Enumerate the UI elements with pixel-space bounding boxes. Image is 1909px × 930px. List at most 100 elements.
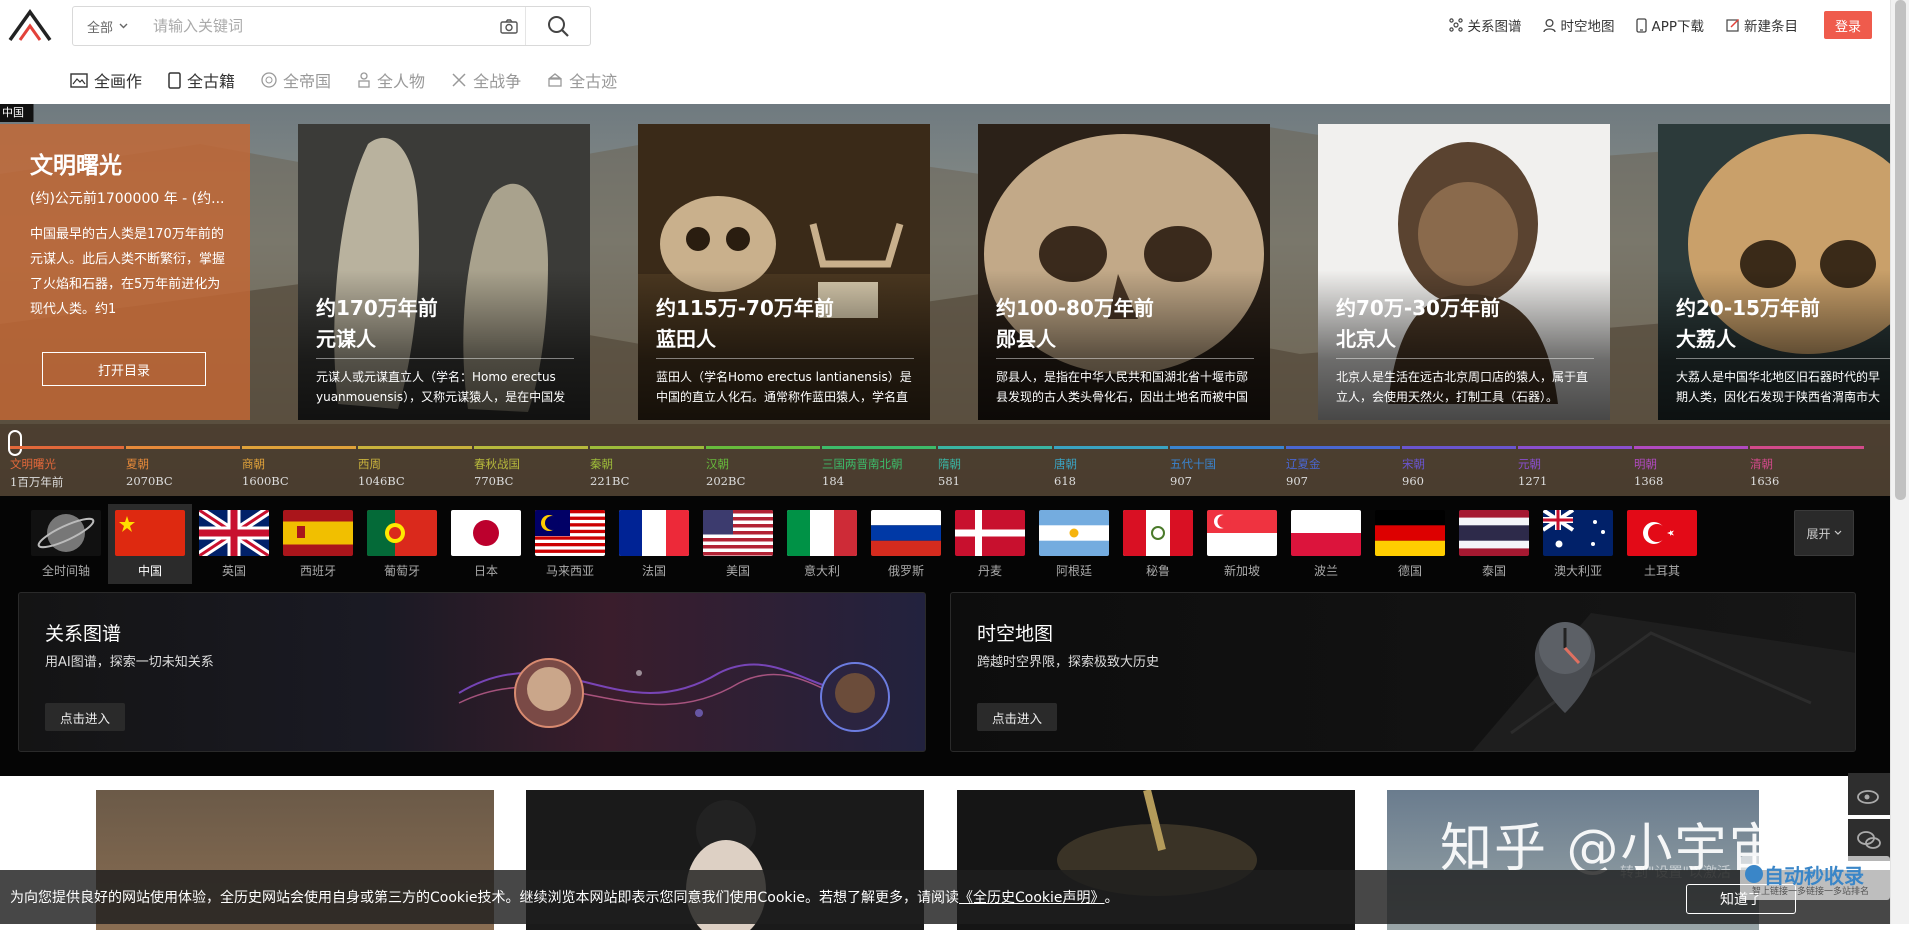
timeline-dynasty-label[interactable]: 文明曙光 bbox=[10, 456, 56, 472]
picture-icon bbox=[70, 72, 88, 88]
timeline-dynasty-label[interactable]: 西周 bbox=[358, 456, 381, 472]
timeline-dynasty-label[interactable]: 秦朝 bbox=[590, 456, 613, 472]
cookie-policy-link[interactable]: 《全历史Cookie声明》 bbox=[959, 887, 1105, 907]
country-all-timeline[interactable]: 全时间轴 bbox=[24, 504, 108, 584]
wechat-icon[interactable] bbox=[1848, 819, 1890, 861]
camera-icon[interactable] bbox=[492, 7, 526, 45]
site-logo[interactable] bbox=[8, 8, 52, 44]
timeline-segment[interactable] bbox=[242, 446, 356, 449]
timeline-segment[interactable] bbox=[1170, 446, 1284, 449]
search-input[interactable] bbox=[139, 7, 492, 45]
subnav-people[interactable]: 全人物 bbox=[357, 68, 425, 92]
country-russia[interactable]: 俄罗斯 bbox=[864, 504, 948, 584]
country-spain[interactable]: 西班牙 bbox=[276, 504, 360, 584]
country-singapore[interactable]: 新加坡 bbox=[1200, 504, 1284, 584]
search-scope-select[interactable]: 全部 bbox=[73, 7, 139, 45]
scrollbar-thumb[interactable] bbox=[1895, 0, 1906, 500]
timeline-dynasty-label[interactable]: 春秋战国 bbox=[474, 456, 520, 472]
country-uk[interactable]: 英国 bbox=[192, 504, 276, 584]
country-japan[interactable]: 日本 bbox=[444, 504, 528, 584]
timeline-dynasty-label[interactable]: 商朝 bbox=[242, 456, 265, 472]
country-usa[interactable]: 美国 bbox=[696, 504, 780, 584]
country-poland[interactable]: 波兰 bbox=[1284, 504, 1368, 584]
timeline-segment[interactable] bbox=[1518, 446, 1632, 449]
country-portugal[interactable]: 葡萄牙 bbox=[360, 504, 444, 584]
timeline-segment[interactable] bbox=[358, 446, 472, 449]
country-turkey[interactable]: 土耳其 bbox=[1620, 504, 1704, 584]
timeline-segment[interactable] bbox=[706, 446, 820, 449]
nav-spacetime-map[interactable]: 时空地图 bbox=[1543, 10, 1614, 40]
timeline-segment[interactable] bbox=[474, 446, 588, 449]
search-button[interactable] bbox=[526, 7, 590, 45]
weibo-icon[interactable] bbox=[1848, 773, 1890, 815]
timeline-dynasty-label[interactable]: 明朝 bbox=[1634, 456, 1657, 472]
timeline-segment[interactable] bbox=[1286, 446, 1400, 449]
country-thailand[interactable]: 泰国 bbox=[1452, 504, 1536, 584]
subnav-books[interactable]: 全古籍 bbox=[168, 68, 235, 92]
country-malaysia[interactable]: 马来西亚 bbox=[528, 504, 612, 584]
nav-label: 新建条目 bbox=[1744, 19, 1798, 35]
timeline-year-label: 1636 bbox=[1750, 474, 1780, 488]
timeline-segment[interactable] bbox=[590, 446, 704, 449]
open-catalog-button[interactable]: 打开目录 bbox=[42, 352, 206, 386]
timeline-segment[interactable] bbox=[1054, 446, 1168, 449]
category-nav: 全画作 全古籍 全帝国 全人物 全战争 全古迹 bbox=[0, 56, 1890, 104]
country-label: 丹麦 bbox=[977, 564, 1002, 578]
subnav-empires[interactable]: 全帝国 bbox=[261, 68, 331, 92]
timeline-segment[interactable] bbox=[126, 446, 240, 449]
timeline-dynasty-label[interactable]: 宋朝 bbox=[1402, 456, 1425, 472]
cookie-end: 。 bbox=[1104, 890, 1119, 906]
country-italy[interactable]: 意大利 bbox=[780, 504, 864, 584]
timeline-segment[interactable] bbox=[1634, 446, 1748, 449]
timeline-year-label: 2070BC bbox=[126, 474, 173, 488]
subnav-label: 全战争 bbox=[473, 72, 522, 91]
nav-relation-graph[interactable]: 关系图谱 bbox=[1449, 10, 1521, 40]
era-card-lantian[interactable]: 约115万-70万年前 蓝田人 蓝田人（学名Homo erectus lanti… bbox=[638, 124, 930, 420]
country-argentina[interactable]: 阿根廷 bbox=[1032, 504, 1116, 584]
feature-relation-graph[interactable]: 关系图谱 用AI图谱，探索一切未知关系 点击进入 bbox=[18, 592, 926, 752]
timeline-dynasty-label[interactable]: 汉朝 bbox=[706, 456, 729, 472]
country-germany[interactable]: 德国 bbox=[1368, 504, 1452, 584]
nav-new-entry[interactable]: 新建条目 bbox=[1726, 10, 1798, 40]
timeline-year-label: 1百万年前 bbox=[10, 475, 64, 489]
country-peru[interactable]: 秘鲁 bbox=[1116, 504, 1200, 584]
timeline-segment[interactable] bbox=[1402, 446, 1516, 449]
era-card-yuanmou[interactable]: 约170万年前 元谋人 元谋人或元谋直立人（学名：Homo erectus yu… bbox=[298, 124, 590, 420]
timeline-dynasty-label[interactable]: 唐朝 bbox=[1054, 456, 1077, 472]
country-denmark[interactable]: 丹麦 bbox=[948, 504, 1032, 584]
expand-countries-button[interactable]: 展开 bbox=[1794, 510, 1854, 556]
era-card-dali[interactable]: 约20-15万年前 大荔人 大荔人是中国华北地区旧石器时代的早期人类，因化石发现… bbox=[1658, 124, 1890, 420]
timeline-segment[interactable] bbox=[1750, 446, 1864, 449]
country-label: 俄罗斯 bbox=[887, 564, 924, 578]
timeline-dynasty-label[interactable]: 三国两晋南北朝 bbox=[822, 456, 903, 472]
timeline-segment[interactable] bbox=[938, 446, 1052, 449]
timeline-segment[interactable] bbox=[822, 446, 936, 449]
graph-icon bbox=[1449, 18, 1464, 32]
country-china[interactable]: 中国 bbox=[108, 504, 192, 584]
enter-button[interactable]: 点击进入 bbox=[977, 703, 1057, 731]
search-box: 全部 bbox=[72, 6, 591, 46]
timeline-segment[interactable] bbox=[10, 446, 124, 449]
timeline-dynasty-label[interactable]: 隋朝 bbox=[938, 456, 961, 472]
timeline-dynasty-label[interactable]: 夏朝 bbox=[126, 456, 149, 472]
page-scrollbar[interactable] bbox=[1890, 0, 1909, 924]
timeline-handle[interactable] bbox=[8, 430, 22, 456]
subnav-sites[interactable]: 全古迹 bbox=[547, 68, 617, 92]
country-france[interactable]: 法国 bbox=[612, 504, 696, 584]
timeline-dynasty-label[interactable]: 五代十国 bbox=[1170, 456, 1216, 472]
edit-icon bbox=[1726, 18, 1740, 32]
login-button[interactable]: 登录 bbox=[1824, 11, 1872, 39]
subnav-wars[interactable]: 全战争 bbox=[451, 68, 521, 92]
timeline-dynasty-label[interactable]: 清朝 bbox=[1750, 456, 1773, 472]
timeline-dynasty-label[interactable]: 元朝 bbox=[1518, 456, 1541, 472]
subnav-paintings[interactable]: 全画作 bbox=[70, 68, 142, 92]
era-card-peking[interactable]: 约70万-30万年前 北京人 北京人是生活在远古北京周口店的猿人，属于直立人，会… bbox=[1318, 124, 1610, 420]
timeline-dynasty-label[interactable]: 辽夏金 bbox=[1286, 456, 1321, 472]
era-card-yunxian[interactable]: 约100-80万年前 郧县人 郧县人，是指在中华人民共和国湖北省十堰市郧县发现的… bbox=[978, 124, 1270, 420]
card-text: 约170万年前 元谋人 元谋人或元谋直立人（学名：Homo erectus yu… bbox=[316, 292, 574, 407]
feature-subtitle: 用AI图谱，探索一切未知关系 bbox=[45, 655, 214, 670]
enter-button[interactable]: 点击进入 bbox=[45, 703, 125, 731]
nav-app-download[interactable]: APP下载 bbox=[1636, 10, 1704, 40]
country-australia[interactable]: 澳大利亚 bbox=[1536, 504, 1620, 584]
feature-spacetime-map[interactable]: 时空地图 跨越时空界限，探索极致大历史 点击进入 bbox=[950, 592, 1856, 752]
